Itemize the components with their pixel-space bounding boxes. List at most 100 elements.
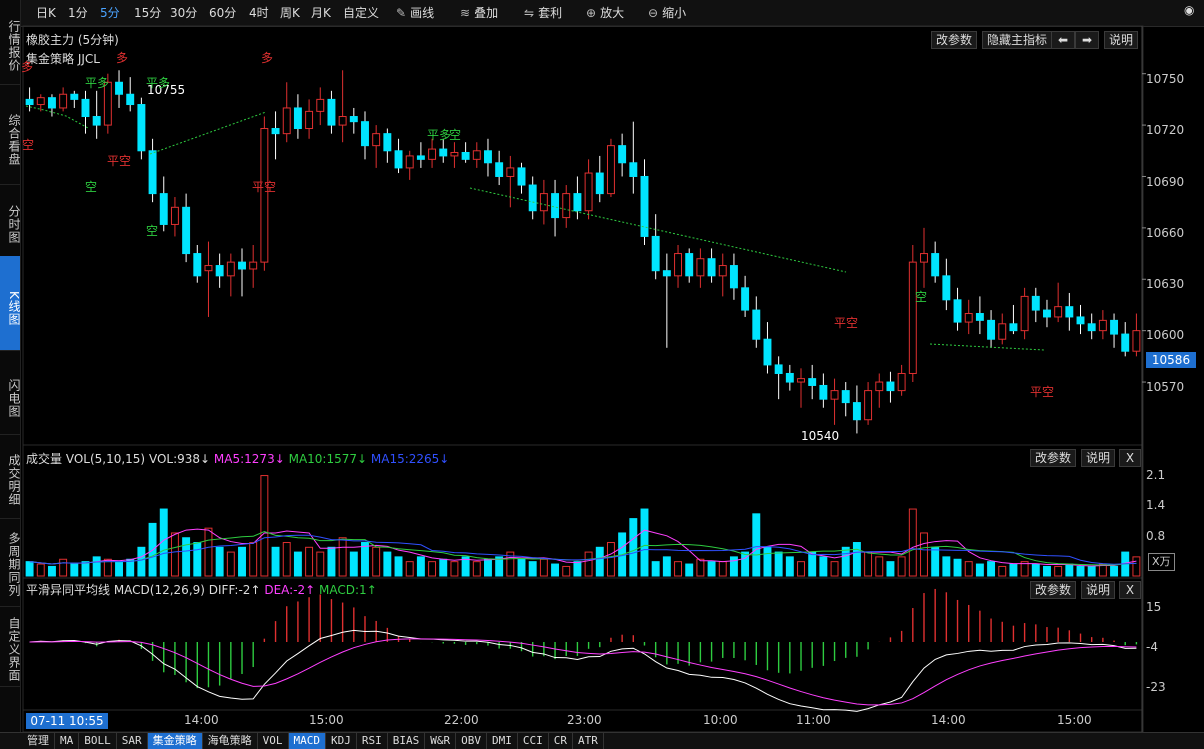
signal-close-short: 平空 xyxy=(1030,385,1055,399)
candle-body xyxy=(707,258,716,277)
volume-bar xyxy=(316,551,325,577)
volume-bar xyxy=(137,546,146,577)
volume-bar xyxy=(852,542,861,577)
volume-panel-header: 成交量 VOL(5,10,15) VOL:938↓ MA5:1273↓ MA10… xyxy=(26,450,449,467)
volume-bar xyxy=(439,558,448,577)
macd-panel-header: 平滑异同平均线 MACD(12,26,9) DIFF:-2↑ DEA:-2↑ M… xyxy=(26,581,377,598)
time-label: 23:00 xyxy=(567,713,602,727)
candle-body xyxy=(506,167,515,177)
candle-body xyxy=(1098,319,1107,332)
indicator-tab[interactable]: MA xyxy=(55,733,80,749)
candle-body xyxy=(718,265,727,277)
candle-body xyxy=(159,193,168,225)
volume-bar xyxy=(372,546,381,577)
candle-body xyxy=(931,253,940,277)
candle-body xyxy=(1043,309,1051,318)
volume-bar xyxy=(81,561,90,577)
indicator-tab[interactable]: ATR xyxy=(573,733,604,749)
volume-bar xyxy=(361,542,369,577)
candle-body xyxy=(70,93,79,100)
volume-bar xyxy=(293,551,302,577)
volume-bar xyxy=(484,558,492,577)
current-time-badge: 07-11 10:55 xyxy=(26,713,108,729)
current-price-badge: 10586 xyxy=(1146,352,1196,368)
indicator-tab[interactable]: KDJ xyxy=(326,733,357,749)
indicator-tab[interactable]: 集金策略 xyxy=(147,733,203,749)
volume-bar xyxy=(428,561,437,577)
volume-bar xyxy=(1076,565,1085,577)
indicator-tab[interactable]: CR xyxy=(549,733,573,749)
candle-body xyxy=(238,261,246,270)
candle-body xyxy=(573,193,582,212)
macd-params-button[interactable]: 改参数 xyxy=(1030,581,1077,599)
candle-body xyxy=(964,313,973,323)
indicator-tab[interactable]: DMI xyxy=(487,733,518,749)
indicator-tab[interactable]: MACD xyxy=(288,733,326,749)
volume-axis-label: 1.4 xyxy=(1146,498,1166,512)
volume-bar xyxy=(551,563,560,577)
volume-bar xyxy=(897,556,906,577)
signal-short: 空 xyxy=(449,128,462,142)
candle-body xyxy=(36,97,45,106)
volume-bar xyxy=(204,527,213,577)
volume-bar xyxy=(964,561,973,577)
volume-close-button[interactable]: X xyxy=(1119,449,1141,467)
candle-body xyxy=(674,253,682,277)
volume-ma15: MA15:2265↓ xyxy=(370,452,450,466)
time-label: 14:00 xyxy=(931,713,966,727)
low-price-label: 10540 xyxy=(801,429,840,443)
candle-body xyxy=(428,148,437,160)
volume-params-button[interactable]: 改参数 xyxy=(1030,449,1077,467)
candle-body xyxy=(461,151,470,160)
macd-dea-line xyxy=(29,638,1137,706)
candle-body xyxy=(875,381,884,392)
volume-bar xyxy=(595,546,604,577)
trend-line xyxy=(149,111,267,155)
volume-bar xyxy=(193,542,202,577)
time-label: 15:00 xyxy=(1057,713,1092,727)
candle-body xyxy=(450,151,459,157)
volume-unit-label: X万 xyxy=(1148,553,1175,571)
volume-bars xyxy=(25,475,1141,577)
candlesticks xyxy=(25,70,1141,434)
volume-bar xyxy=(931,546,940,577)
indicator-tab[interactable]: W&R xyxy=(425,733,457,749)
candle-body xyxy=(249,261,258,270)
indicator-tab[interactable]: RSI xyxy=(357,733,388,749)
volume-bar xyxy=(662,556,671,577)
volume-bar xyxy=(752,513,761,577)
signal-short: 空 xyxy=(915,290,928,304)
candle-body xyxy=(305,110,314,130)
price-axis-label: 10570 xyxy=(1146,380,1185,394)
candle-body xyxy=(920,253,928,263)
indicator-tab[interactable]: SAR xyxy=(117,733,148,749)
candle-body xyxy=(25,98,34,106)
trend-line xyxy=(25,105,89,129)
volume-bar xyxy=(405,561,414,577)
candle-body xyxy=(752,309,761,340)
signal-close-short: 平空 xyxy=(834,316,859,330)
kline-chart-area[interactable] xyxy=(0,0,1204,748)
indicator-tab[interactable]: OBV xyxy=(456,733,487,749)
indicator-tab[interactable]: VOL xyxy=(258,733,289,749)
volume-bar xyxy=(1054,565,1063,577)
volume-bar xyxy=(1110,565,1119,577)
volume-bar xyxy=(864,551,873,577)
indicator-tab[interactable]: 海龟策略 xyxy=(203,733,258,749)
macd-help-button[interactable]: 说明 xyxy=(1081,581,1116,599)
candle-body xyxy=(383,133,392,152)
candle-body xyxy=(562,193,571,219)
indicator-tab[interactable]: BOLL xyxy=(79,733,117,749)
candle-body xyxy=(785,372,794,383)
candle-body xyxy=(204,265,213,272)
indicator-tab[interactable]: 管理 xyxy=(22,733,55,749)
volume-help-button[interactable]: 说明 xyxy=(1081,449,1116,467)
indicator-tab[interactable]: CCI xyxy=(518,733,549,749)
candle-body xyxy=(81,98,90,118)
volume-bar xyxy=(25,561,34,577)
volume-bar xyxy=(70,563,79,577)
indicator-tab[interactable]: BIAS xyxy=(388,733,426,749)
volume-bar xyxy=(59,558,68,577)
volume-bar xyxy=(1132,556,1141,577)
macd-close-button[interactable]: X xyxy=(1119,581,1141,599)
